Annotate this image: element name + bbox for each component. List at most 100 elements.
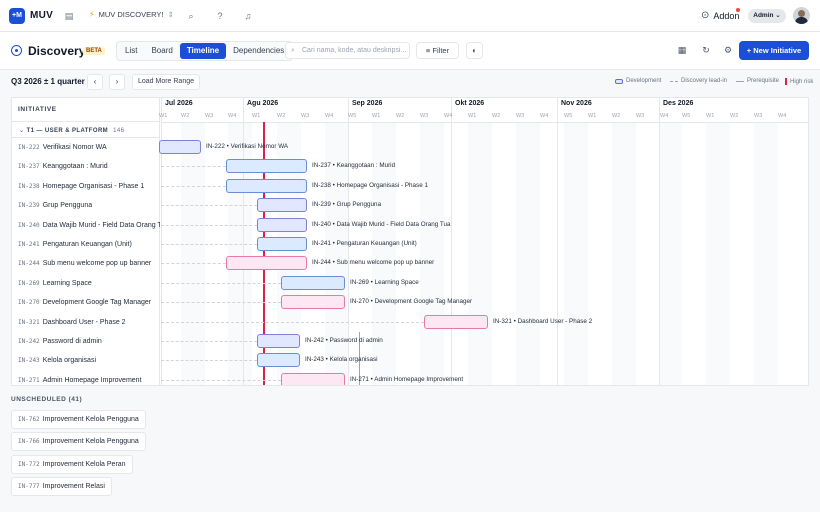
refresh-icon[interactable]: ↻ [700, 44, 712, 56]
timeline-bar[interactable] [257, 237, 307, 251]
timeline-bar[interactable] [226, 256, 307, 271]
week-band [612, 122, 636, 385]
timeline-bar[interactable] [257, 334, 300, 348]
group-row[interactable]: ⌄ T1 — USER & PLATFORM 146 [12, 122, 160, 138]
list-item[interactable]: IN-237 Keanggotaan : Murid [12, 157, 160, 176]
view-tabs: List Board Timeline Dependencies [116, 41, 294, 61]
week-label: W1 [252, 113, 261, 119]
search-icon[interactable]: ⌕ [185, 10, 197, 22]
list-item[interactable]: IN-238 Homepage Organisasi - Phase 1 [12, 177, 160, 196]
initiative-key: IN-222 [18, 144, 40, 151]
timeline-bar[interactable] [226, 178, 307, 193]
legend-prerequisite: Prerequisite [736, 78, 779, 84]
discovery-icon [11, 45, 22, 56]
initiative-name: Grup Pengguna [42, 202, 93, 210]
initiative-name: Kelola organisasi [42, 357, 96, 365]
lead-in-line [161, 185, 226, 187]
tab-dependencies[interactable]: Dependencies [226, 43, 291, 59]
unscheduled-item[interactable]: IN-772 Improvement Kelola Peran [11, 454, 133, 474]
week-label: W3 [205, 113, 214, 119]
initiative-key: IN-240 [18, 221, 40, 229]
legend-high-risk-label: High risk [790, 78, 814, 85]
prev-range-button[interactable]: ‹ [87, 74, 103, 90]
list-item[interactable]: IN-321 Dashboard User - Phase 2 [12, 313, 160, 332]
export-icon[interactable]: ▦ [676, 44, 688, 56]
week-band [754, 122, 778, 385]
unscheduled-title: UNSCHEDULED (41) [11, 396, 83, 403]
week-band [564, 122, 588, 385]
muv-logo[interactable]: +M [9, 8, 25, 24]
addon-button[interactable]: ⊙ Addon [701, 10, 739, 21]
unscheduled-item[interactable]: IN-777 Improvement Relasi [11, 476, 112, 496]
legend-high-risk: High risk [785, 78, 813, 85]
list-item[interactable]: IN-240 Data Wajib Murid - Field Data Oran… [12, 216, 160, 235]
list-item[interactable]: IN-270 Development Google Tag Manager [12, 293, 160, 312]
load-more-range-button[interactable]: Load More Range [132, 74, 200, 90]
initiative-key: IN-777 [18, 482, 40, 490]
chevron-down-icon: ⌄ [19, 128, 25, 134]
tab-timeline[interactable]: Timeline [179, 43, 227, 59]
timeline-bar[interactable] [226, 159, 307, 174]
list-item[interactable]: IN-222 Verifikasi Nomor WA [12, 138, 160, 157]
unscheduled-item[interactable]: IN-766 Improvement Kelola Pengguna [11, 432, 146, 452]
week-band [516, 122, 540, 385]
next-range-button[interactable]: › [109, 74, 125, 90]
timeline-bar[interactable] [281, 295, 345, 310]
tab-list[interactable]: List [118, 43, 144, 59]
chevron-updown-icon: ⇕ [167, 10, 174, 19]
timeline-bar-label: IN-269 • Learning Space [350, 278, 419, 286]
month-divider [451, 98, 452, 385]
unscheduled-item[interactable]: IN-762 Improvement Kelola Pengguna [11, 410, 146, 429]
timeline-bar-label: IN-242 • Password di admin [305, 337, 383, 344]
list-item[interactable]: IN-269 Learning Space [12, 274, 160, 293]
timeline-bar[interactable] [257, 217, 307, 232]
timeline-panel: INITIATIVE ⌄ T1 — USER & PLATFORM 146 IN… [11, 97, 809, 386]
search-input[interactable]: ⌕ Cari nama, kode, atau deskripsi... [285, 42, 410, 59]
bell-icon[interactable]: ♫ [242, 10, 254, 22]
list-item[interactable]: IN-242 Password di admin [12, 332, 160, 351]
search-icon: ⌕ [291, 47, 295, 54]
week-label: W2 [612, 113, 621, 119]
timeline-bar[interactable] [257, 353, 300, 368]
timeline-bar[interactable] [159, 140, 201, 154]
chevron-left-icon: ‹ [93, 77, 97, 86]
initiative-key: IN-772 [18, 460, 40, 468]
timeline-bar[interactable] [281, 275, 345, 290]
role-switcher[interactable]: Admin ⌄ [748, 9, 786, 23]
workspace-switcher[interactable]: ⚡ MUV DISCOVERY! ⇕ [89, 10, 174, 19]
week-label: W2 [277, 113, 286, 119]
timeline-bar[interactable] [257, 198, 307, 213]
avatar[interactable] [793, 7, 810, 24]
timeline-bar[interactable] [424, 314, 488, 329]
month-label: Jul 2026 [165, 100, 193, 107]
week-label: W3 [516, 113, 525, 119]
timeline-bar[interactable] [281, 372, 345, 385]
filter-label: Filter [432, 46, 450, 55]
list-item[interactable]: IN-241 Pengaturan Keuangan (Unit) [12, 235, 160, 254]
gear-icon[interactable]: ⚙ [722, 44, 734, 56]
initiative-key: IN-271 [18, 376, 40, 384]
beta-badge: BETA [83, 47, 105, 55]
chevron-right-icon: › [115, 77, 119, 86]
week-label: W2 [396, 113, 405, 119]
initiative-name: Improvement Relasi [42, 482, 105, 490]
filter-button[interactable]: ≡ Filter [416, 42, 459, 59]
initiative-key: IN-241 [18, 241, 40, 248]
list-item[interactable]: IN-271 Admin Homepage Improvement [12, 371, 160, 385]
timeline-bar-label: IN-241 • Pengaturan Keuangan (Unit) [312, 240, 417, 247]
legend-lead-in: Discovery lead-in [670, 78, 727, 84]
palette-button[interactable]: ◐ [466, 42, 483, 59]
week-label: W3 [301, 113, 310, 119]
list-item[interactable]: IN-244 Sub menu welcome pop up banner [12, 254, 160, 273]
help-icon[interactable]: ? [214, 10, 226, 22]
initiative-key: IN-321 [18, 318, 40, 326]
new-initiative-button[interactable]: + New Initiative [739, 41, 809, 60]
timeline-bar-label: IN-321 • Dashboard User - Phase 2 [493, 317, 593, 325]
initiative-key: IN-766 [18, 438, 40, 446]
sidebar-toggle-icon[interactable]: ▤ [63, 10, 75, 22]
list-item[interactable]: IN-243 Kelola organisasi [12, 351, 160, 370]
initiative-name: Learning Space [42, 279, 92, 287]
tab-board[interactable]: Board [144, 43, 179, 59]
list-item[interactable]: IN-239 Grup Pengguna [12, 196, 160, 215]
initiative-list: IN-222 Verifikasi Nomor WA IN-237 Keanggota… [12, 138, 160, 385]
